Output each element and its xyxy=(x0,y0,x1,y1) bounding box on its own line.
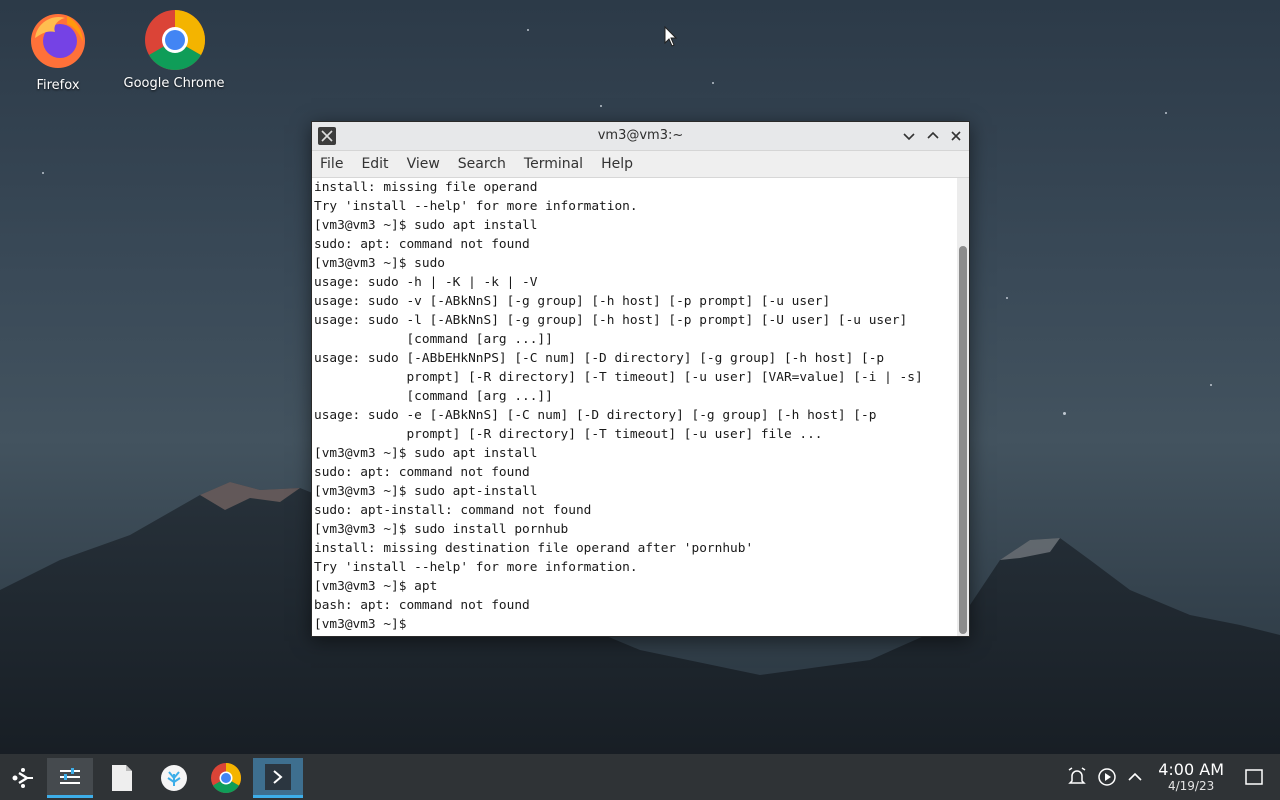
launcher-icon xyxy=(12,768,33,788)
chevron-up-icon xyxy=(927,131,939,139)
terminal-window[interactable]: vm3@vm3:~ File Edit View Search Terminal… xyxy=(311,121,970,637)
terminal-line: usage: sudo -l [-ABkNnS] [-g group] [-h … xyxy=(314,313,908,328)
application-launcher-button[interactable] xyxy=(0,758,46,798)
terminal-line: sudo: apt: command not found xyxy=(314,237,530,252)
terminal-line: Try 'install --help' for more informatio… xyxy=(314,560,638,575)
taskbar: 4:00 AM 4/19/23 xyxy=(0,754,1280,800)
window-titlebar[interactable]: vm3@vm3:~ xyxy=(312,122,969,151)
menu-terminal[interactable]: Terminal xyxy=(524,156,583,172)
clock-date: 4/19/23 xyxy=(1167,779,1215,793)
media-player-button[interactable] xyxy=(1096,766,1118,788)
terminal-line: prompt] [-R directory] [-T timeout] [-u … xyxy=(314,427,823,442)
taskbar-file-manager[interactable] xyxy=(99,758,145,798)
taskbar-google-chrome[interactable] xyxy=(203,758,249,798)
taskbar-discover[interactable] xyxy=(151,758,197,798)
desktop-icon-google-chrome[interactable]: Google Chrome xyxy=(119,8,229,91)
taskbar-terminal[interactable] xyxy=(253,758,303,798)
taskbar-system-settings[interactable] xyxy=(47,758,93,798)
show-hidden-icons-button[interactable] xyxy=(1124,766,1146,788)
file-icon xyxy=(112,765,132,791)
terminal-line: sudo: apt: command not found xyxy=(314,465,530,480)
close-button[interactable] xyxy=(946,126,966,146)
chevron-up-icon xyxy=(1128,772,1142,781)
clock[interactable]: 4:00 AM 4/19/23 xyxy=(1158,760,1224,793)
firefox-icon xyxy=(27,10,89,72)
menu-edit[interactable]: Edit xyxy=(361,156,388,172)
terminal-prompt-line: [vm3@vm3 ~]$ xyxy=(314,617,415,632)
terminal-icon xyxy=(265,763,291,790)
alarm-bell-icon xyxy=(1068,767,1086,784)
desktop-icon-label: Google Chrome xyxy=(123,76,225,91)
terminal-line: [command [arg ...]] xyxy=(314,389,553,404)
desktop-icon-label: Firefox xyxy=(36,78,80,93)
terminal-line: install: missing destination file operan… xyxy=(314,541,754,556)
terminal-line: usage: sudo [-ABbEHkNnPS] [-C num] [-D d… xyxy=(314,351,885,366)
terminal-output[interactable]: install: missing file operand Try 'insta… xyxy=(312,178,957,636)
terminal-line: [vm3@vm3 ~]$ sudo install pornhub xyxy=(314,522,569,537)
play-circle-icon xyxy=(1098,768,1116,786)
scrollbar-thumb[interactable] xyxy=(959,246,967,634)
terminal-line: [vm3@vm3 ~]$ sudo apt install xyxy=(314,446,538,461)
menu-view[interactable]: View xyxy=(407,156,440,172)
notifications-button[interactable] xyxy=(1066,766,1088,788)
terminal-line: usage: sudo -v [-ABkNnS] [-g group] [-h … xyxy=(314,294,831,309)
terminal-line: sudo: apt-install: command not found xyxy=(314,503,592,518)
terminal-line: Try 'install --help' for more informatio… xyxy=(314,199,638,214)
terminal-line: [vm3@vm3 ~]$ sudo apt install xyxy=(314,218,538,233)
terminal-line: usage: sudo -e [-ABkNnS] [-C num] [-D di… xyxy=(314,408,877,423)
chrome-icon xyxy=(211,763,242,794)
terminal-line: [vm3@vm3 ~]$ apt xyxy=(314,579,438,594)
menu-file[interactable]: File xyxy=(320,156,343,172)
terminal-scrollbar[interactable] xyxy=(957,178,969,636)
menu-search[interactable]: Search xyxy=(458,156,506,172)
close-icon xyxy=(951,131,961,141)
clock-time: 4:00 AM xyxy=(1158,760,1224,779)
minimize-button[interactable] xyxy=(899,126,919,146)
window-title: vm3@vm3:~ xyxy=(597,128,684,143)
chrome-icon xyxy=(143,8,206,71)
terminal-line: install: missing file operand xyxy=(314,180,538,195)
menu-help[interactable]: Help xyxy=(601,156,633,172)
settings-sliders-icon xyxy=(60,767,80,784)
discover-store-icon xyxy=(161,765,187,791)
terminal-line: [command [arg ...]] xyxy=(314,332,553,347)
chevron-down-icon xyxy=(903,133,915,141)
terminal-line: bash: apt: command not found xyxy=(314,598,530,613)
mouse-cursor-icon xyxy=(664,26,678,47)
menu-bar: File Edit View Search Terminal Help xyxy=(312,151,969,178)
terminal-line: prompt] [-R directory] [-T timeout] [-u … xyxy=(314,370,923,385)
desktop-square-icon xyxy=(1245,769,1263,785)
terminal-line: usage: sudo -h | -K | -k | -V xyxy=(314,275,538,290)
maximize-button[interactable] xyxy=(923,126,943,146)
show-desktop-button[interactable] xyxy=(1243,766,1265,788)
terminal-line: [vm3@vm3 ~]$ sudo xyxy=(314,256,445,271)
desktop-icon-firefox[interactable]: Firefox xyxy=(3,10,113,93)
terminal-line: [vm3@vm3 ~]$ sudo apt-install xyxy=(314,484,538,499)
